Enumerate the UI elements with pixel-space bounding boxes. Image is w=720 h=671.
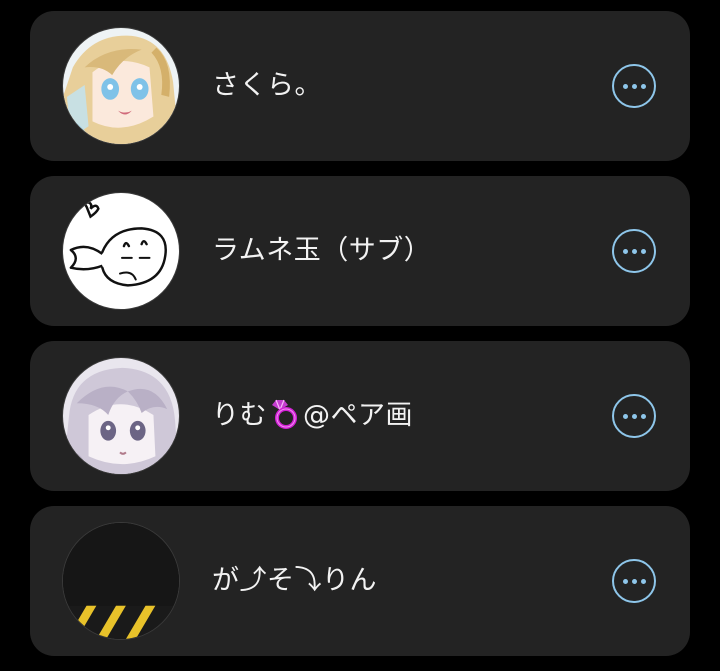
doodle-fish-avatar-icon xyxy=(63,193,179,309)
more-horizontal-icon xyxy=(622,578,628,584)
user-name: ラムネ玉（サブ） xyxy=(212,235,432,266)
anime-girl-blonde-avatar-icon xyxy=(63,28,179,144)
user-avatar[interactable] xyxy=(62,192,180,310)
more-horizontal-icon xyxy=(622,413,628,419)
user-name: さくら。 xyxy=(212,70,322,101)
dark-caution-stripe-avatar-icon xyxy=(63,523,179,639)
user-name: りむ @ペア画 xyxy=(212,396,413,436)
user-card[interactable]: ラムネ玉（サブ） xyxy=(30,176,690,326)
more-options-button[interactable] xyxy=(612,559,656,603)
user-card[interactable]: が⤴そ⤵りん xyxy=(30,506,690,656)
more-horizontal-icon xyxy=(622,83,628,89)
user-card[interactable]: さくら。 xyxy=(30,11,690,161)
user-avatar[interactable] xyxy=(62,357,180,475)
anime-girl-silver-avatar-icon xyxy=(63,358,179,474)
user-avatar[interactable] xyxy=(62,522,180,640)
more-horizontal-icon xyxy=(622,248,628,254)
user-avatar[interactable] xyxy=(62,27,180,145)
ring-emoji-icon xyxy=(272,399,297,429)
user-name: が⤴そ⤵りん xyxy=(212,565,377,596)
more-options-button[interactable] xyxy=(612,229,656,273)
more-options-button[interactable] xyxy=(612,394,656,438)
user-list: さくら。 ラムネ玉（サブ） りむ @ペア画 が⤴そ⤵りん xyxy=(30,11,690,671)
more-options-button[interactable] xyxy=(612,64,656,108)
user-card[interactable]: りむ @ペア画 xyxy=(30,341,690,491)
